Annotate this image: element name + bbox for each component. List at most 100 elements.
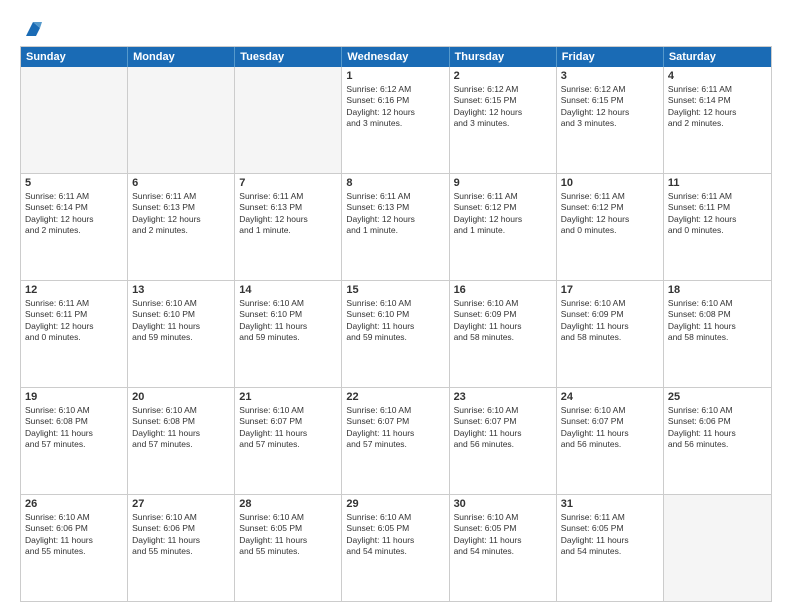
calendar-cell: 11 Sunrise: 6:11 AM Sunset: 6:11 PM Dayli…: [664, 174, 771, 280]
calendar-cell: 9 Sunrise: 6:11 AM Sunset: 6:12 PM Daylig…: [450, 174, 557, 280]
cell-info: Sunrise: 6:10 AM Sunset: 6:07 PM Dayligh…: [239, 405, 337, 451]
cell-day-number: 22: [346, 391, 444, 403]
day-header-thursday: Thursday: [450, 47, 557, 67]
calendar-cell: 4 Sunrise: 6:11 AM Sunset: 6:14 PM Daylig…: [664, 67, 771, 173]
cell-day-number: 11: [668, 177, 767, 189]
calendar-cell: [21, 67, 128, 173]
cell-info: Sunrise: 6:11 AM Sunset: 6:11 PM Dayligh…: [668, 191, 767, 237]
cell-day-number: 2: [454, 70, 552, 82]
calendar-cell: 31 Sunrise: 6:11 AM Sunset: 6:05 PM Dayli…: [557, 495, 664, 601]
calendar-cell: 1 Sunrise: 6:12 AM Sunset: 6:16 PM Daylig…: [342, 67, 449, 173]
cell-info: Sunrise: 6:11 AM Sunset: 6:11 PM Dayligh…: [25, 298, 123, 344]
calendar-cell: 28 Sunrise: 6:10 AM Sunset: 6:05 PM Dayli…: [235, 495, 342, 601]
cell-day-number: 24: [561, 391, 659, 403]
cell-info: Sunrise: 6:12 AM Sunset: 6:16 PM Dayligh…: [346, 84, 444, 130]
cell-day-number: 26: [25, 498, 123, 510]
calendar-cell: 6Sunrise: 6:11 AM Sunset: 6:13 PM Daylig…: [128, 174, 235, 280]
cell-day-number: 1: [346, 70, 444, 82]
cell-info: Sunrise: 6:10 AM Sunset: 6:06 PM Dayligh…: [132, 512, 230, 558]
calendar-cell: 15Sunrise: 6:10 AM Sunset: 6:10 PM Dayli…: [342, 281, 449, 387]
week-row-1: 1 Sunrise: 6:12 AM Sunset: 6:16 PM Daylig…: [21, 67, 771, 173]
logo: [20, 18, 44, 36]
page: SundayMondayTuesdayWednesdayThursdayFrid…: [0, 0, 792, 612]
cell-day-number: 6: [132, 177, 230, 189]
calendar-cell: 30Sunrise: 6:10 AM Sunset: 6:05 PM Dayli…: [450, 495, 557, 601]
calendar-cell: 10Sunrise: 6:11 AM Sunset: 6:12 PM Dayli…: [557, 174, 664, 280]
calendar-cell: 19 Sunrise: 6:10 AM Sunset: 6:08 PM Dayli…: [21, 388, 128, 494]
cell-day-number: 5: [25, 177, 123, 189]
calendar-cell: [128, 67, 235, 173]
cell-info: Sunrise: 6:12 AM Sunset: 6:15 PM Dayligh…: [454, 84, 552, 130]
cell-day-number: 27: [132, 498, 230, 510]
cell-info: Sunrise: 6:10 AM Sunset: 6:09 PM Dayligh…: [561, 298, 659, 344]
cell-day-number: 13: [132, 284, 230, 296]
calendar-cell: 2 Sunrise: 6:12 AM Sunset: 6:15 PM Daylig…: [450, 67, 557, 173]
cell-info: Sunrise: 6:10 AM Sunset: 6:07 PM Dayligh…: [454, 405, 552, 451]
calendar: SundayMondayTuesdayWednesdayThursdayFrid…: [20, 46, 772, 602]
cell-info: Sunrise: 6:12 AM Sunset: 6:15 PM Dayligh…: [561, 84, 659, 130]
cell-info: Sunrise: 6:11 AM Sunset: 6:05 PM Dayligh…: [561, 512, 659, 558]
logo-icon: [22, 18, 44, 40]
calendar-cell: 22 Sunrise: 6:10 AM Sunset: 6:07 PM Dayli…: [342, 388, 449, 494]
cell-info: Sunrise: 6:10 AM Sunset: 6:07 PM Dayligh…: [561, 405, 659, 451]
cell-info: Sunrise: 6:11 AM Sunset: 6:13 PM Dayligh…: [346, 191, 444, 237]
cell-day-number: 20: [132, 391, 230, 403]
cell-day-number: 23: [454, 391, 552, 403]
cell-day-number: 3: [561, 70, 659, 82]
calendar-cell: 20 Sunrise: 6:10 AM Sunset: 6:08 PM Dayli…: [128, 388, 235, 494]
cell-info: Sunrise: 6:10 AM Sunset: 6:10 PM Dayligh…: [346, 298, 444, 344]
cell-day-number: 30: [454, 498, 552, 510]
cell-day-number: 14: [239, 284, 337, 296]
cell-info: Sunrise: 6:10 AM Sunset: 6:10 PM Dayligh…: [239, 298, 337, 344]
calendar-cell: 21 Sunrise: 6:10 AM Sunset: 6:07 PM Dayli…: [235, 388, 342, 494]
cell-info: Sunrise: 6:10 AM Sunset: 6:06 PM Dayligh…: [668, 405, 767, 451]
calendar-cell: 16 Sunrise: 6:10 AM Sunset: 6:09 PM Dayli…: [450, 281, 557, 387]
calendar-cell: 25 Sunrise: 6:10 AM Sunset: 6:06 PM Dayli…: [664, 388, 771, 494]
day-header-saturday: Saturday: [664, 47, 771, 67]
cell-day-number: 18: [668, 284, 767, 296]
day-header-sunday: Sunday: [21, 47, 128, 67]
cell-info: Sunrise: 6:11 AM Sunset: 6:12 PM Dayligh…: [454, 191, 552, 237]
cell-day-number: 12: [25, 284, 123, 296]
cell-day-number: 21: [239, 391, 337, 403]
cell-day-number: 4: [668, 70, 767, 82]
weeks: 1 Sunrise: 6:12 AM Sunset: 6:16 PM Daylig…: [21, 67, 771, 601]
cell-info: Sunrise: 6:11 AM Sunset: 6:14 PM Dayligh…: [668, 84, 767, 130]
cell-info: Sunrise: 6:10 AM Sunset: 6:05 PM Dayligh…: [346, 512, 444, 558]
cell-info: Sunrise: 6:10 AM Sunset: 6:08 PM Dayligh…: [25, 405, 123, 451]
cell-day-number: 9: [454, 177, 552, 189]
calendar-cell: 17Sunrise: 6:10 AM Sunset: 6:09 PM Dayli…: [557, 281, 664, 387]
cell-day-number: 19: [25, 391, 123, 403]
day-header-monday: Monday: [128, 47, 235, 67]
cell-day-number: 28: [239, 498, 337, 510]
calendar-cell: 7 Sunrise: 6:11 AM Sunset: 6:13 PM Daylig…: [235, 174, 342, 280]
cell-info: Sunrise: 6:10 AM Sunset: 6:08 PM Dayligh…: [132, 405, 230, 451]
header: [20, 18, 772, 36]
week-row-2: 5 Sunrise: 6:11 AM Sunset: 6:14 PM Daylig…: [21, 173, 771, 280]
cell-day-number: 8: [346, 177, 444, 189]
cell-day-number: 16: [454, 284, 552, 296]
day-header-tuesday: Tuesday: [235, 47, 342, 67]
calendar-cell: [235, 67, 342, 173]
calendar-cell: 12 Sunrise: 6:11 AM Sunset: 6:11 PM Dayli…: [21, 281, 128, 387]
calendar-cell: 26 Sunrise: 6:10 AM Sunset: 6:06 PM Dayli…: [21, 495, 128, 601]
cell-info: Sunrise: 6:10 AM Sunset: 6:07 PM Dayligh…: [346, 405, 444, 451]
calendar-cell: 27 Sunrise: 6:10 AM Sunset: 6:06 PM Dayli…: [128, 495, 235, 601]
cell-info: Sunrise: 6:10 AM Sunset: 6:06 PM Dayligh…: [25, 512, 123, 558]
cell-info: Sunrise: 6:11 AM Sunset: 6:12 PM Dayligh…: [561, 191, 659, 237]
cell-info: Sunrise: 6:11 AM Sunset: 6:13 PM Dayligh…: [239, 191, 337, 237]
cell-day-number: 29: [346, 498, 444, 510]
calendar-cell: 23 Sunrise: 6:10 AM Sunset: 6:07 PM Dayli…: [450, 388, 557, 494]
cell-info: Sunrise: 6:10 AM Sunset: 6:10 PM Dayligh…: [132, 298, 230, 344]
cell-info: Sunrise: 6:10 AM Sunset: 6:05 PM Dayligh…: [239, 512, 337, 558]
calendar-cell: 8 Sunrise: 6:11 AM Sunset: 6:13 PM Daylig…: [342, 174, 449, 280]
cell-day-number: 7: [239, 177, 337, 189]
cell-info: Sunrise: 6:10 AM Sunset: 6:08 PM Dayligh…: [668, 298, 767, 344]
cell-day-number: 25: [668, 391, 767, 403]
cell-info: Sunrise: 6:10 AM Sunset: 6:09 PM Dayligh…: [454, 298, 552, 344]
cell-info: Sunrise: 6:11 AM Sunset: 6:14 PM Dayligh…: [25, 191, 123, 237]
cell-day-number: 31: [561, 498, 659, 510]
day-headers: SundayMondayTuesdayWednesdayThursdayFrid…: [21, 47, 771, 67]
week-row-3: 12 Sunrise: 6:11 AM Sunset: 6:11 PM Dayli…: [21, 280, 771, 387]
week-row-5: 26 Sunrise: 6:10 AM Sunset: 6:06 PM Dayli…: [21, 494, 771, 601]
